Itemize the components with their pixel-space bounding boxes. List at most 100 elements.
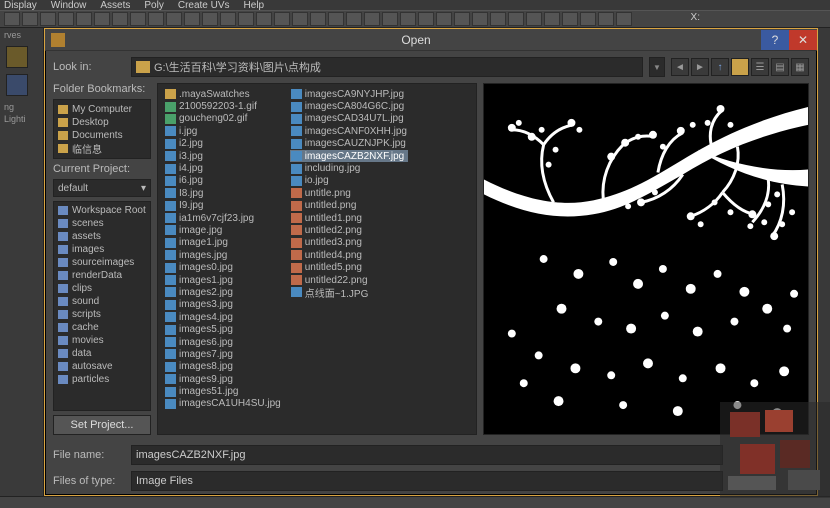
file-item[interactable]: untitled3.png: [290, 237, 408, 249]
project-tree-node[interactable]: scripts: [58, 308, 146, 321]
jpg-icon: [291, 151, 302, 161]
jpg-icon: [291, 89, 302, 99]
bookmark-item[interactable]: Documents: [58, 129, 146, 142]
file-item[interactable]: image1.jpg: [164, 237, 282, 249]
file-item[interactable]: i.jpg: [164, 125, 282, 137]
folder-icon: [58, 375, 68, 384]
lookin-dropdown-button[interactable]: ▼: [649, 57, 665, 77]
view-thumb-button[interactable]: ▦: [791, 58, 809, 76]
filename-field[interactable]: imagesCAZB2NXF.jpg: [131, 445, 723, 465]
filetype-label: Files of type:: [53, 475, 125, 487]
project-tree-node[interactable]: sound: [58, 295, 146, 308]
view-list-button[interactable]: ☰: [751, 58, 769, 76]
file-item[interactable]: goucheng02.gif: [164, 113, 282, 125]
jpg-icon: [165, 201, 176, 211]
nav-back-button[interactable]: ◄: [671, 58, 689, 76]
file-item[interactable]: imagesCAZB2NXF.jpg: [290, 150, 408, 162]
project-tree-node[interactable]: renderData: [58, 269, 146, 282]
project-tree-node[interactable]: movies: [58, 334, 146, 347]
png-icon: [291, 188, 302, 198]
nav-fwd-button[interactable]: ►: [691, 58, 709, 76]
file-item[interactable]: untitled1.png: [290, 212, 408, 224]
file-item[interactable]: images0.jpg: [164, 261, 282, 273]
project-tree-node[interactable]: sourceimages: [58, 256, 146, 269]
app-icon: [51, 33, 65, 47]
file-item[interactable]: io.jpg: [290, 175, 408, 187]
bookmark-item[interactable]: My Computer: [58, 103, 146, 116]
current-project-combo[interactable]: default ▾: [53, 179, 151, 197]
file-item[interactable]: including.jpg: [290, 162, 408, 174]
jpg-icon: [291, 287, 302, 297]
png-icon: [291, 213, 302, 223]
file-item[interactable]: images5.jpg: [164, 323, 282, 335]
set-project-button[interactable]: Set Project...: [53, 415, 151, 435]
close-button[interactable]: ✕: [789, 30, 817, 50]
project-tree-node[interactable]: cache: [58, 321, 146, 334]
file-item[interactable]: images.jpg: [164, 249, 282, 261]
file-item[interactable]: images51.jpg: [164, 385, 282, 397]
nav-up-button[interactable]: ↑: [711, 58, 729, 76]
jpg-icon: [165, 250, 176, 260]
project-tree-node[interactable]: clips: [58, 282, 146, 295]
file-item[interactable]: i4.jpg: [164, 162, 282, 174]
project-tree-node[interactable]: data: [58, 347, 146, 360]
app-toolbar: [0, 10, 830, 28]
bookmark-item[interactable]: 临信息: [58, 142, 146, 155]
new-folder-button[interactable]: [731, 58, 749, 76]
file-item[interactable]: imagesCANF0XHH.jpg: [290, 125, 408, 137]
folder-icon: [58, 284, 68, 293]
jpg-icon: [291, 164, 302, 174]
file-item[interactable]: images6.jpg: [164, 336, 282, 348]
project-tree-node[interactable]: Workspace Root: [58, 204, 146, 217]
file-item[interactable]: image.jpg: [164, 224, 282, 236]
file-item[interactable]: images4.jpg: [164, 311, 282, 323]
folder-icon: [58, 118, 68, 127]
project-tree-node[interactable]: scenes: [58, 217, 146, 230]
file-item[interactable]: images8.jpg: [164, 361, 282, 373]
file-item[interactable]: imagesCA9NYJHP.jpg: [290, 88, 408, 100]
project-tree-node[interactable]: particles: [58, 373, 146, 386]
file-item[interactable]: imagesCA1UH4SU.jpg: [164, 398, 282, 410]
jpg-icon: [165, 225, 176, 235]
file-item[interactable]: untitle.png: [290, 187, 408, 199]
file-item[interactable]: untitled.png: [290, 200, 408, 212]
file-item[interactable]: I9.jpg: [164, 200, 282, 212]
project-tree-node[interactable]: images: [58, 243, 146, 256]
jpg-icon: [165, 151, 176, 161]
file-item[interactable]: untitled4.png: [290, 249, 408, 261]
file-list[interactable]: .mayaSwatches2100592203-1.gifgoucheng02.…: [157, 83, 477, 435]
file-item[interactable]: i6.jpg: [164, 175, 282, 187]
project-tree-node[interactable]: autosave: [58, 360, 146, 373]
jpg-icon: [165, 399, 176, 409]
file-item[interactable]: i3.jpg: [164, 150, 282, 162]
jpg-icon: [165, 263, 176, 273]
project-tree[interactable]: Workspace Rootscenesassetsimagessourceim…: [53, 201, 151, 411]
file-item[interactable]: ia1m6v7cjf23.jpg: [164, 212, 282, 224]
bookmark-item[interactable]: Desktop: [58, 116, 146, 129]
view-details-button[interactable]: ▤: [771, 58, 789, 76]
file-item[interactable]: images2.jpg: [164, 286, 282, 298]
filetype-combo[interactable]: Image Files: [131, 471, 723, 491]
file-item[interactable]: i2.jpg: [164, 138, 282, 150]
folder-icon: [58, 297, 68, 306]
lookin-path-field[interactable]: G:\生活百科\学习资料\图片\点构成: [131, 57, 643, 77]
file-item[interactable]: untitled2.png: [290, 224, 408, 236]
file-item[interactable]: images1.jpg: [164, 274, 282, 286]
file-item[interactable]: untitled5.png: [290, 261, 408, 273]
file-item[interactable]: images7.jpg: [164, 348, 282, 360]
jpg-icon: [291, 102, 302, 112]
file-item[interactable]: I8.jpg: [164, 187, 282, 199]
lookin-label: Look in:: [53, 61, 125, 73]
file-item[interactable]: 2100592203-1.gif: [164, 100, 282, 112]
folder-icon: [58, 131, 68, 140]
file-item[interactable]: images9.jpg: [164, 373, 282, 385]
file-item[interactable]: images3.jpg: [164, 299, 282, 311]
file-item[interactable]: 点线面~1.JPG: [290, 286, 408, 298]
file-item[interactable]: imagesCAD34U7L.jpg: [290, 113, 408, 125]
project-tree-node[interactable]: assets: [58, 230, 146, 243]
help-button[interactable]: ?: [761, 30, 789, 50]
file-item[interactable]: imagesCAUZNJPK.jpg: [290, 138, 408, 150]
file-item[interactable]: .mayaSwatches: [164, 88, 282, 100]
chevron-down-icon: ▾: [141, 183, 146, 194]
file-item[interactable]: imagesCA804G6C.jpg: [290, 100, 408, 112]
